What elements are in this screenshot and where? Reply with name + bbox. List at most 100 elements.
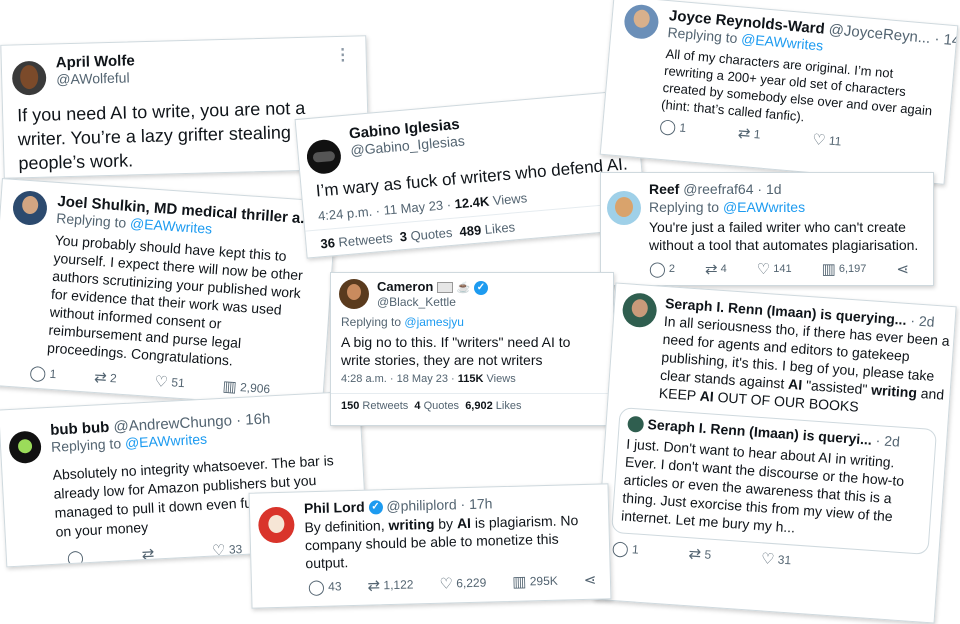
like-button[interactable]: ♡ 141 (757, 260, 792, 278)
retweet-button[interactable]: ⇄ 1,122 (367, 576, 413, 595)
retweet-count: 1,122 (383, 577, 414, 593)
like-button[interactable]: ♡ 6,229 (439, 574, 486, 593)
reply-count: 43 (327, 579, 342, 594)
author-handle[interactable]: @Black_Kettle (377, 295, 488, 309)
author-handle[interactable]: @philiplord (386, 496, 457, 514)
likes-label[interactable]: Likes (496, 400, 522, 412)
avatar[interactable] (257, 506, 295, 544)
retweet-button[interactable]: ⇄ (141, 545, 154, 564)
retweet-button[interactable]: ⇄ 5 (688, 545, 712, 565)
tweet-card-reef[interactable]: Reef @reefraf64 · 1d Replying to @EAWwri… (600, 172, 934, 286)
avatar[interactable] (621, 292, 658, 329)
retweet-button[interactable]: ⇄ 1 (737, 124, 761, 144)
avatar[interactable] (11, 189, 49, 227)
like-count: 141 (773, 263, 792, 275)
views-label: Views (486, 373, 516, 385)
tweet-text: In all seriousness tho, if there has eve… (658, 312, 951, 415)
tweet-card-seraph-renn[interactable]: Seraph I. Renn (Imaan) is querying... · … (593, 282, 957, 624)
avatar[interactable] (11, 60, 47, 96)
author-name[interactable]: Cameron (377, 279, 433, 294)
reply-count: 1 (678, 120, 687, 136)
tweet-card-gabino-iglesias[interactable]: Gabino Iglesias @Gabino_Iglesias I’m war… (294, 89, 648, 259)
author-handle[interactable]: @reefraf64 (683, 181, 753, 197)
like-button[interactable]: ♡ 11 (812, 130, 843, 150)
like-count: 51 (170, 375, 186, 391)
views-button[interactable]: ▥ 6,197 (822, 260, 867, 278)
retweets-label[interactable]: Retweets (362, 400, 408, 412)
replying-label: Replying to (649, 199, 720, 215)
replying-to-link[interactable]: @EAWwrites (723, 199, 805, 215)
avatar[interactable] (623, 3, 660, 41)
coffee-emoji-icon: ☕ (456, 282, 471, 294)
like-count: 6,229 (456, 575, 487, 591)
retweets-count[interactable]: 150 (341, 400, 359, 412)
replying-to-link[interactable]: @EAWwrites (125, 431, 208, 451)
replying-label: Replying to (341, 315, 402, 329)
author-handle[interactable]: @AWolfeful (56, 69, 135, 87)
reply-count: 1 (49, 366, 57, 382)
reply-icon: ◯ (658, 117, 677, 137)
heart-icon: ♡ (811, 131, 827, 150)
author-name[interactable]: April Wolfe (56, 52, 135, 71)
retweets-count[interactable]: 36 (320, 235, 336, 251)
tweet-time[interactable]: · 2d (910, 312, 935, 330)
retweet-icon: ⇄ (367, 577, 381, 595)
retweet-icon: ⇄ (687, 545, 702, 564)
avatar[interactable] (627, 415, 645, 434)
like-count: 11 (828, 133, 843, 149)
likes-count[interactable]: 489 (459, 222, 482, 239)
quoted-tweet[interactable]: Seraph I. Renn (Imaan) is queryi... · 2d… (611, 407, 938, 556)
retweet-icon: ⇄ (737, 124, 752, 143)
share-button[interactable]: ⋖ (584, 571, 597, 589)
quotes-count[interactable]: 3 (399, 229, 408, 245)
tweet-card-cameron[interactable]: Cameron ☕ ✓ @Black_Kettle Replying to @j… (330, 272, 614, 426)
author-name[interactable]: Phil Lord (304, 499, 365, 517)
views-label: Views (492, 190, 528, 209)
verified-badge-icon: ✓ (473, 280, 488, 295)
quotes-label[interactable]: Quotes (424, 400, 459, 412)
retweet-button[interactable]: ⇄ 4 (705, 260, 727, 278)
like-button[interactable]: ♡ 33 (212, 540, 243, 560)
flag-emoji-icon (436, 282, 453, 294)
likes-label[interactable]: Likes (484, 219, 516, 237)
share-icon: ⋖ (896, 261, 909, 278)
tweet-time[interactable]: · 16h (236, 410, 271, 429)
avatar[interactable] (339, 279, 369, 309)
author-name[interactable]: Reef (649, 181, 679, 197)
quotes-label[interactable]: Quotes (410, 225, 453, 244)
more-dots-icon[interactable]: ⋮ (334, 45, 352, 65)
heart-icon: ♡ (211, 541, 227, 560)
avatar[interactable] (305, 138, 343, 176)
tweet-time[interactable]: · 17h (460, 495, 492, 512)
reply-button[interactable]: ◯ 1 (611, 539, 639, 559)
tweet-card-phil-lord[interactable]: Phil Lord ✓ @philiplord · 17h By definit… (248, 483, 612, 609)
views-icon: ▥ (821, 261, 836, 278)
retweets-label[interactable]: Retweets (338, 230, 393, 250)
quotes-count[interactable]: 4 (414, 400, 420, 412)
like-button[interactable]: ♡ 51 (154, 372, 185, 392)
avatar[interactable] (8, 430, 42, 465)
tweet-card-joyce-reynolds-ward[interactable]: Joyce Reynolds-Ward @JoyceReyn... · 14h … (599, 0, 959, 185)
retweet-button[interactable]: ⇄ 2 (94, 368, 118, 388)
tweet-time[interactable]: · 1d (757, 181, 781, 197)
view-count: 295K (529, 573, 558, 589)
tweet-time[interactable]: 4:28 a.m. · 18 May 23 · (341, 373, 455, 385)
replying-to-link[interactable]: @jamesjyu (404, 315, 464, 329)
reply-button[interactable]: ◯ 1 (29, 363, 57, 383)
retweet-count: 1 (753, 126, 762, 142)
tweet-time[interactable]: · 14h (934, 30, 959, 50)
heart-icon: ♡ (760, 550, 776, 569)
avatar[interactable] (607, 191, 641, 225)
like-button[interactable]: ♡ 31 (760, 550, 791, 570)
views-button[interactable]: ▥ 295K (512, 572, 558, 591)
share-button[interactable]: ⋖ (896, 260, 909, 278)
reply-button[interactable]: ◯ 1 (659, 117, 687, 137)
likes-count[interactable]: 6,902 (465, 400, 493, 412)
heart-icon: ♡ (439, 575, 454, 594)
quoted-tweet-time[interactable]: · 2d (875, 432, 900, 450)
reply-button[interactable]: ◯ 2 (649, 260, 675, 278)
tweet-card-joel-shulkin[interactable]: Joel Shulkin, MD medical thriller a... ·… (0, 178, 338, 409)
reply-button[interactable]: ◯ 43 (308, 578, 342, 596)
reply-button[interactable]: ◯ (67, 548, 85, 567)
retweet-count: 4 (720, 263, 727, 275)
